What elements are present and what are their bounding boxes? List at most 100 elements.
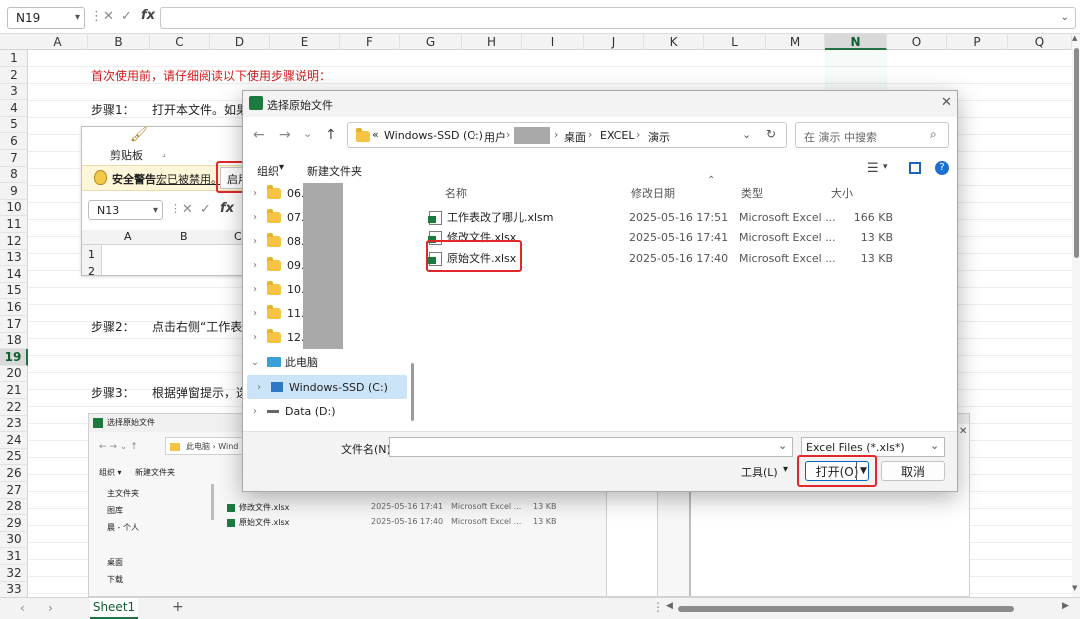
back-icon[interactable]: ← [253, 127, 265, 143]
row-header-cell[interactable]: 14 [0, 266, 28, 283]
column-header-cell[interactable]: H [462, 34, 522, 50]
tab-prev-icon[interactable]: ‹ [20, 601, 25, 615]
column-header-cell[interactable]: P [947, 34, 1008, 50]
confirm-icon[interactable]: ✓ [121, 9, 132, 24]
row-header-cell[interactable]: 33 [0, 581, 28, 599]
help-icon[interactable]: ? [935, 161, 949, 175]
row-header-cell[interactable]: 18 [0, 332, 28, 350]
preview-pane-icon[interactable] [909, 162, 921, 174]
breadcrumb-excel[interactable]: EXCEL [600, 129, 634, 142]
row-header-cell[interactable]: 6 [0, 133, 28, 150]
row-header-cell[interactable]: 10 [0, 199, 28, 217]
row-header-cell[interactable]: 23 [0, 415, 28, 433]
search-box[interactable]: 在 演示 中搜索 ⌕ [795, 122, 949, 148]
column-header-cell[interactable]: A [28, 34, 88, 50]
chevron-down-icon[interactable]: ⌄ [742, 128, 751, 141]
row-header-cell[interactable]: 21 [0, 382, 28, 399]
row-header-cell[interactable]: 29 [0, 515, 28, 532]
row-header-cell[interactable]: 2 [0, 67, 28, 84]
row-header-cell[interactable]: 11 [0, 216, 28, 233]
header-name[interactable]: 名称 [445, 185, 467, 201]
header-date[interactable]: 修改日期 [631, 185, 675, 201]
row-header-cell[interactable]: 1 [0, 50, 28, 67]
hscroll-right-icon[interactable]: ▶ [1062, 601, 1069, 611]
row-header-cell[interactable]: 24 [0, 432, 28, 449]
fx-icon[interactable]: fx [141, 8, 155, 23]
warning-link[interactable]: 宏已被禁用。 [156, 171, 222, 187]
row-header-cell[interactable]: 5 [0, 116, 28, 134]
header-size[interactable]: 大小 [831, 185, 853, 201]
chevron-down-icon[interactable]: ⌄ [1061, 12, 1069, 23]
nav-drive-c[interactable]: › Windows-SSD (C:) [247, 375, 407, 399]
column-header-cell[interactable]: G [400, 34, 462, 50]
column-header-cell[interactable]: I [522, 34, 584, 50]
row-header-cell[interactable]: 15 [0, 282, 28, 300]
add-sheet-icon[interactable]: + [172, 599, 184, 615]
row-header-cell[interactable]: 25 [0, 448, 28, 466]
row-header-cell[interactable]: 9 [0, 183, 28, 200]
chevron-right-icon[interactable]: › [243, 188, 267, 199]
chevron-down-icon[interactable]: ▾ [75, 12, 80, 23]
formula-input[interactable]: ⌄ [160, 7, 1076, 29]
chevron-down-icon[interactable]: ⌄ [930, 439, 939, 452]
column-header-cell[interactable]: O [887, 34, 947, 50]
column-header-cell[interactable]: L [704, 34, 766, 50]
tab-sheet1[interactable]: Sheet1 [90, 598, 138, 619]
close-icon[interactable]: ✕ [941, 95, 952, 110]
row-header-cell[interactable]: 16 [0, 299, 28, 316]
row-header-cell[interactable]: 7 [0, 150, 28, 167]
hscroll-thumb[interactable] [678, 606, 1014, 612]
name-box[interactable]: N19 ▾ [7, 7, 85, 29]
column-header-cell[interactable]: B [88, 34, 150, 50]
row-header-cell[interactable]: 19 [0, 348, 28, 366]
row-header-cell[interactable]: 30 [0, 531, 28, 549]
column-header-cell[interactable]: J [584, 34, 644, 50]
name-box[interactable]: N13 ▾ [88, 200, 163, 220]
chevron-right-icon[interactable]: › [243, 260, 267, 271]
chevron-down-icon[interactable]: ▾ [279, 162, 284, 173]
row-header-cell[interactable]: 3 [0, 83, 28, 101]
address-bar[interactable]: « Windows-SSD (C:) › 用户 › › 桌面 › EXCEL ›… [347, 122, 787, 148]
nav-drive-d[interactable]: › Data (D:) [243, 399, 407, 423]
column-header-cell[interactable]: M [766, 34, 825, 50]
breadcrumb-users[interactable]: 用户 [484, 129, 506, 145]
chevron-right-icon[interactable]: › [243, 332, 267, 343]
row-header-cell[interactable]: 32 [0, 565, 28, 582]
scroll-down-icon[interactable]: ▼ [1072, 584, 1077, 592]
filetype-select[interactable]: Excel Files (*.xls*) ⌄ [801, 437, 945, 457]
row-header-cell[interactable]: 31 [0, 548, 28, 565]
column-header-cell[interactable]: Q [1008, 34, 1072, 50]
column-header-cell[interactable]: F [340, 34, 400, 50]
tab-next-icon[interactable]: › [48, 601, 53, 615]
breadcrumb-desktop[interactable]: 桌面 [564, 129, 586, 145]
column-header-cell[interactable]: E [270, 34, 340, 50]
row-header-cell[interactable]: 13 [0, 249, 28, 267]
chevron-right-icon[interactable]: › [243, 212, 267, 223]
chevron-down-icon[interactable]: ⌄ [778, 439, 787, 452]
chevron-right-icon[interactable]: › [247, 382, 271, 393]
chevron-right-icon[interactable]: › [243, 236, 267, 247]
column-header-cell[interactable]: D [210, 34, 270, 50]
chevron-right-icon[interactable]: › [243, 308, 267, 319]
up-icon[interactable]: ↑ [325, 127, 337, 143]
scroll-thumb[interactable] [1074, 48, 1079, 258]
column-header-cell[interactable]: N [825, 34, 887, 50]
column-header-cell[interactable]: K [644, 34, 704, 50]
column-header-cell[interactable]: C [150, 34, 210, 50]
row-header-cell[interactable]: 17 [0, 316, 28, 333]
refresh-icon[interactable]: ↻ [766, 127, 776, 141]
new-folder-button[interactable]: 新建文件夹 [307, 163, 362, 179]
forward-icon[interactable]: → [279, 127, 291, 143]
cancel-icon[interactable]: ✕ [103, 9, 114, 24]
row-header-cell[interactable]: 22 [0, 399, 28, 416]
chevron-down-icon[interactable]: ⌄ [243, 357, 267, 368]
organize-button[interactable]: 组织 [257, 163, 279, 179]
row-header-cell[interactable]: 28 [0, 498, 28, 516]
nav-scrollbar[interactable] [411, 363, 414, 421]
chevron-down-icon[interactable]: ▾ [153, 205, 158, 216]
row-header-cell[interactable]: 27 [0, 482, 28, 499]
header-type[interactable]: 类型 [741, 185, 763, 201]
history-chevron-icon[interactable]: ⌄ [303, 127, 312, 140]
filename-input[interactable]: ⌄ [389, 437, 793, 457]
chevron-down-icon[interactable]: ▾ [783, 464, 788, 475]
